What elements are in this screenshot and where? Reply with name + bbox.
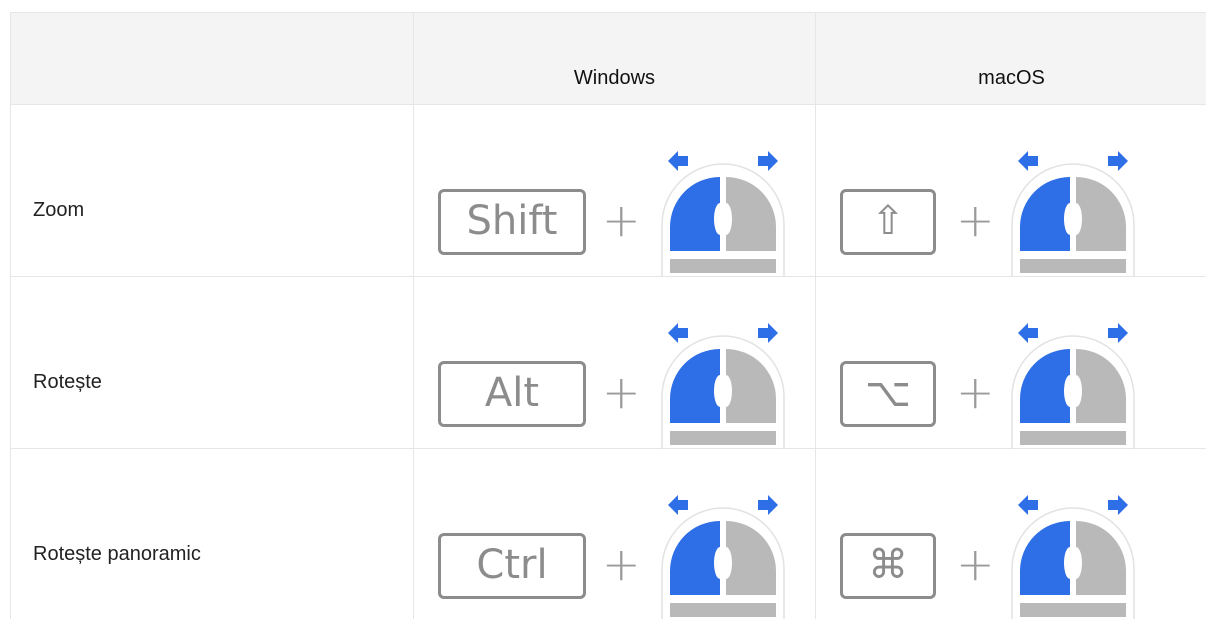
- header-cell-macos: macOS: [815, 13, 1206, 104]
- plus-sign: +: [602, 537, 641, 591]
- header-macos: macOS: [978, 67, 1045, 89]
- windows-shortcut-cell: Ctrl +: [413, 449, 815, 619]
- table-header-row: Windows macOS: [11, 13, 1206, 105]
- plus-sign: +: [956, 537, 995, 591]
- action-label: Rotește panoramic: [33, 543, 201, 565]
- macos-shortcut: ⌥ +: [840, 317, 1206, 449]
- shift-key: Shift: [438, 189, 586, 255]
- action-label: Zoom: [33, 199, 85, 221]
- table-row: Rotește Alt + ⌥ +: [11, 277, 1206, 449]
- windows-shortcut-cell: Shift +: [413, 105, 818, 277]
- table-row: Rotește panoramic Ctrl + ⌘ +: [11, 449, 1206, 619]
- macos-shortcut-cell: ⇧ +: [815, 105, 1206, 277]
- windows-shortcut-cell: Alt +: [413, 277, 818, 449]
- action-cell: Rotește: [11, 277, 413, 448]
- table-row: Zoom Shift + ⇧ +: [11, 105, 1206, 277]
- mouse-left-drag-icon: [661, 495, 785, 619]
- shift-icon: ⇧: [840, 189, 936, 255]
- option-icon: ⌥: [840, 361, 936, 427]
- plus-sign: +: [602, 193, 641, 247]
- ctrl-key: Ctrl: [438, 533, 586, 599]
- macos-shortcut: ⇧ +: [840, 145, 1206, 277]
- macos-shortcut-cell: ⌘ +: [815, 449, 1206, 619]
- mouse-left-drag-icon: [1011, 495, 1135, 619]
- mouse-left-drag-icon: [1011, 323, 1135, 449]
- header-cell-windows: Windows: [413, 13, 815, 104]
- macos-shortcut-cell: ⌥ +: [815, 277, 1206, 449]
- windows-shortcut: Alt +: [438, 317, 818, 449]
- mouse-left-drag-icon: [661, 323, 785, 449]
- windows-shortcut: Shift +: [438, 145, 818, 277]
- command-icon: ⌘: [840, 533, 936, 599]
- windows-shortcut: Ctrl +: [438, 489, 818, 619]
- plus-sign: +: [956, 365, 995, 419]
- mouse-left-drag-icon: [661, 151, 785, 277]
- shortcut-table: Windows macOS Zoom Shift + ⇧ + Rotește A…: [10, 12, 1206, 619]
- header-windows: Windows: [573, 67, 656, 89]
- alt-key: Alt: [438, 361, 586, 427]
- plus-sign: +: [956, 193, 995, 247]
- header-cell-empty: [11, 13, 413, 104]
- action-cell: Rotește panoramic: [11, 449, 413, 619]
- action-label: Rotește: [33, 371, 102, 393]
- plus-sign: +: [602, 365, 641, 419]
- macos-shortcut: ⌘ +: [840, 489, 1206, 619]
- action-cell: Zoom: [11, 105, 413, 276]
- mouse-left-drag-icon: [1011, 151, 1135, 277]
